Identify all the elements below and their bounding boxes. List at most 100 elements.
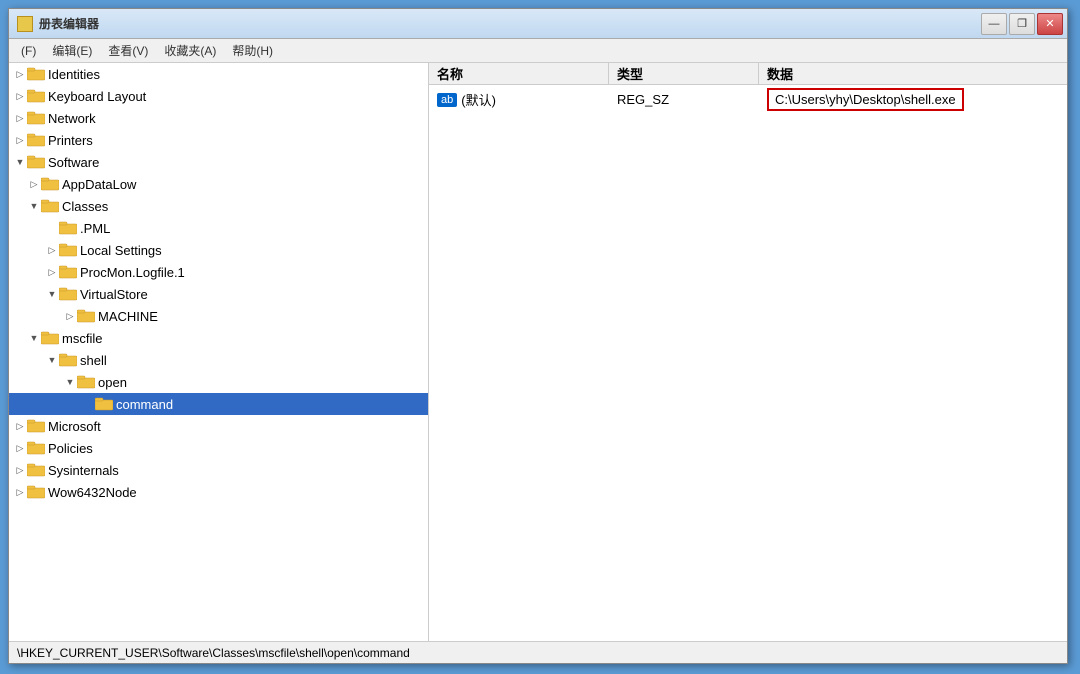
label-procmon: ProcMon.Logfile.1 bbox=[80, 265, 185, 280]
menu-help[interactable]: 帮助(H) bbox=[224, 40, 281, 61]
expand-arrow-printers: ▷ bbox=[13, 133, 27, 147]
folder-icon-appdatalow bbox=[41, 177, 59, 191]
label-printers: Printers bbox=[48, 133, 93, 148]
tree-item-local-settings[interactable]: ▷ Local Settings bbox=[9, 239, 428, 261]
tree-item-identities[interactable]: ▷ Identities bbox=[9, 63, 428, 85]
reg-type-value: REG_SZ bbox=[617, 92, 669, 107]
window-title: 册表编辑器 bbox=[39, 15, 99, 32]
label-appdatalow: AppDataLow bbox=[62, 177, 136, 192]
tree-item-pml[interactable]: ▷ .PML bbox=[9, 217, 428, 239]
label-sysinternals: Sysinternals bbox=[48, 463, 119, 478]
tree-item-virtualstore[interactable]: ▼ VirtualStore bbox=[9, 283, 428, 305]
folder-icon-wow6432 bbox=[27, 485, 45, 499]
tree-panel: ▷ Identities ▷ Keyboard Layout ▷ bbox=[9, 63, 429, 641]
tree-item-sysinternals[interactable]: ▷ Sysinternals bbox=[9, 459, 428, 481]
label-machine: MACHINE bbox=[98, 309, 158, 324]
right-header: 名称 类型 数据 bbox=[429, 63, 1067, 85]
main-content: ▷ Identities ▷ Keyboard Layout ▷ bbox=[9, 63, 1067, 641]
reg-data-value: C:\Users\yhy\Desktop\shell.exe bbox=[767, 88, 964, 111]
tree-scroll[interactable]: ▷ Identities ▷ Keyboard Layout ▷ bbox=[9, 63, 428, 641]
tree-item-mscfile[interactable]: ▼ mscfile bbox=[9, 327, 428, 349]
folder-icon-procmon bbox=[59, 265, 77, 279]
expand-arrow-open: ▼ bbox=[63, 375, 77, 389]
tree-item-wow6432node[interactable]: ▷ Wow6432Node bbox=[9, 481, 428, 503]
reg-name-cell: ab (默认) bbox=[429, 87, 609, 112]
folder-icon-classes bbox=[41, 199, 59, 213]
reg-type-cell: REG_SZ bbox=[609, 89, 759, 110]
expand-arrow-procmon: ▷ bbox=[45, 265, 59, 279]
right-panel: 名称 类型 数据 ab (默认) REG_SZ C:\Users\yhy\Des… bbox=[429, 63, 1067, 641]
expand-arrow-wow6432: ▷ bbox=[13, 485, 27, 499]
tree-item-software[interactable]: ▼ Software bbox=[9, 151, 428, 173]
right-content[interactable]: ab (默认) REG_SZ C:\Users\yhy\Desktop\shel… bbox=[429, 85, 1067, 641]
tree-item-procmon-logfile[interactable]: ▷ ProcMon.Logfile.1 bbox=[9, 261, 428, 283]
label-command: command bbox=[116, 397, 173, 412]
folder-icon-shell bbox=[59, 353, 77, 367]
minimize-button[interactable]: — bbox=[981, 13, 1007, 35]
expand-arrow-network: ▷ bbox=[13, 111, 27, 125]
status-bar: \HKEY_CURRENT_USER\Software\Classes\mscf… bbox=[9, 641, 1067, 663]
tree-item-classes[interactable]: ▼ Classes bbox=[9, 195, 428, 217]
col-header-data: 数据 bbox=[759, 63, 1067, 85]
expand-arrow-classes: ▼ bbox=[27, 199, 41, 213]
expand-arrow-mscfile: ▼ bbox=[27, 331, 41, 345]
tree-item-open[interactable]: ▼ open bbox=[9, 371, 428, 393]
tree-item-command[interactable]: ▷ command bbox=[9, 393, 428, 415]
expand-arrow-shell: ▼ bbox=[45, 353, 59, 367]
title-buttons: — ❐ ✕ bbox=[981, 13, 1063, 35]
folder-icon-keyboard-layout bbox=[27, 89, 45, 103]
reg-name-value: (默认) bbox=[461, 90, 496, 109]
menu-edit[interactable]: 编辑(E) bbox=[44, 40, 100, 61]
tree-item-policies[interactable]: ▷ Policies bbox=[9, 437, 428, 459]
tree-item-machine[interactable]: ▷ MACHINE bbox=[9, 305, 428, 327]
folder-icon-sysinternals bbox=[27, 463, 45, 477]
expand-arrow-policies: ▷ bbox=[13, 441, 27, 455]
folder-icon-open bbox=[77, 375, 95, 389]
registry-row[interactable]: ab (默认) REG_SZ C:\Users\yhy\Desktop\shel… bbox=[429, 85, 1067, 114]
expand-arrow-local-settings: ▷ bbox=[45, 243, 59, 257]
tree-item-appdatalow[interactable]: ▷ AppDataLow bbox=[9, 173, 428, 195]
expand-arrow-keyboard-layout: ▷ bbox=[13, 89, 27, 103]
menu-view[interactable]: 查看(V) bbox=[100, 40, 156, 61]
label-local-settings: Local Settings bbox=[80, 243, 162, 258]
label-open: open bbox=[98, 375, 127, 390]
folder-icon-local-settings bbox=[59, 243, 77, 257]
label-keyboard-layout: Keyboard Layout bbox=[48, 89, 146, 104]
tree-item-microsoft[interactable]: ▷ Microsoft bbox=[9, 415, 428, 437]
tree-item-keyboard-layout[interactable]: ▷ Keyboard Layout bbox=[9, 85, 428, 107]
label-mscfile: mscfile bbox=[62, 331, 102, 346]
label-software: Software bbox=[48, 155, 99, 170]
folder-icon-machine bbox=[77, 309, 95, 323]
menu-bar: (F) 编辑(E) 查看(V) 收藏夹(A) 帮助(H) bbox=[9, 39, 1067, 63]
folder-icon-printers bbox=[27, 133, 45, 147]
label-microsoft: Microsoft bbox=[48, 419, 101, 434]
close-button[interactable]: ✕ bbox=[1037, 13, 1063, 35]
folder-icon-pml bbox=[59, 221, 77, 235]
expand-arrow-machine: ▷ bbox=[63, 309, 77, 323]
expand-arrow-sysinternals: ▷ bbox=[13, 463, 27, 477]
label-virtualstore: VirtualStore bbox=[80, 287, 148, 302]
folder-icon-policies bbox=[27, 441, 45, 455]
expand-arrow-identities: ▷ bbox=[13, 67, 27, 81]
label-network: Network bbox=[48, 111, 96, 126]
expand-arrow-appdatalow: ▷ bbox=[27, 177, 41, 191]
folder-icon-software bbox=[27, 155, 45, 169]
menu-favorites[interactable]: 收藏夹(A) bbox=[156, 40, 224, 61]
folder-icon-mscfile bbox=[41, 331, 59, 345]
tree-item-printers[interactable]: ▷ Printers bbox=[9, 129, 428, 151]
expand-arrow-software: ▼ bbox=[13, 155, 27, 169]
title-bar: 册表编辑器 — ❐ ✕ bbox=[9, 9, 1067, 39]
restore-button[interactable]: ❐ bbox=[1009, 13, 1035, 35]
menu-file[interactable]: (F) bbox=[13, 42, 44, 60]
folder-icon-network bbox=[27, 111, 45, 125]
col-header-name: 名称 bbox=[429, 63, 609, 85]
label-identities: Identities bbox=[48, 67, 100, 82]
registry-icon bbox=[17, 16, 33, 32]
tree-item-network[interactable]: ▷ Network bbox=[9, 107, 428, 129]
folder-icon-microsoft bbox=[27, 419, 45, 433]
tree-item-shell[interactable]: ▼ shell bbox=[9, 349, 428, 371]
folder-icon-identities bbox=[27, 67, 45, 81]
label-policies: Policies bbox=[48, 441, 93, 456]
expand-arrow-microsoft: ▷ bbox=[13, 419, 27, 433]
reg-data-cell: C:\Users\yhy\Desktop\shell.exe bbox=[759, 85, 1067, 114]
